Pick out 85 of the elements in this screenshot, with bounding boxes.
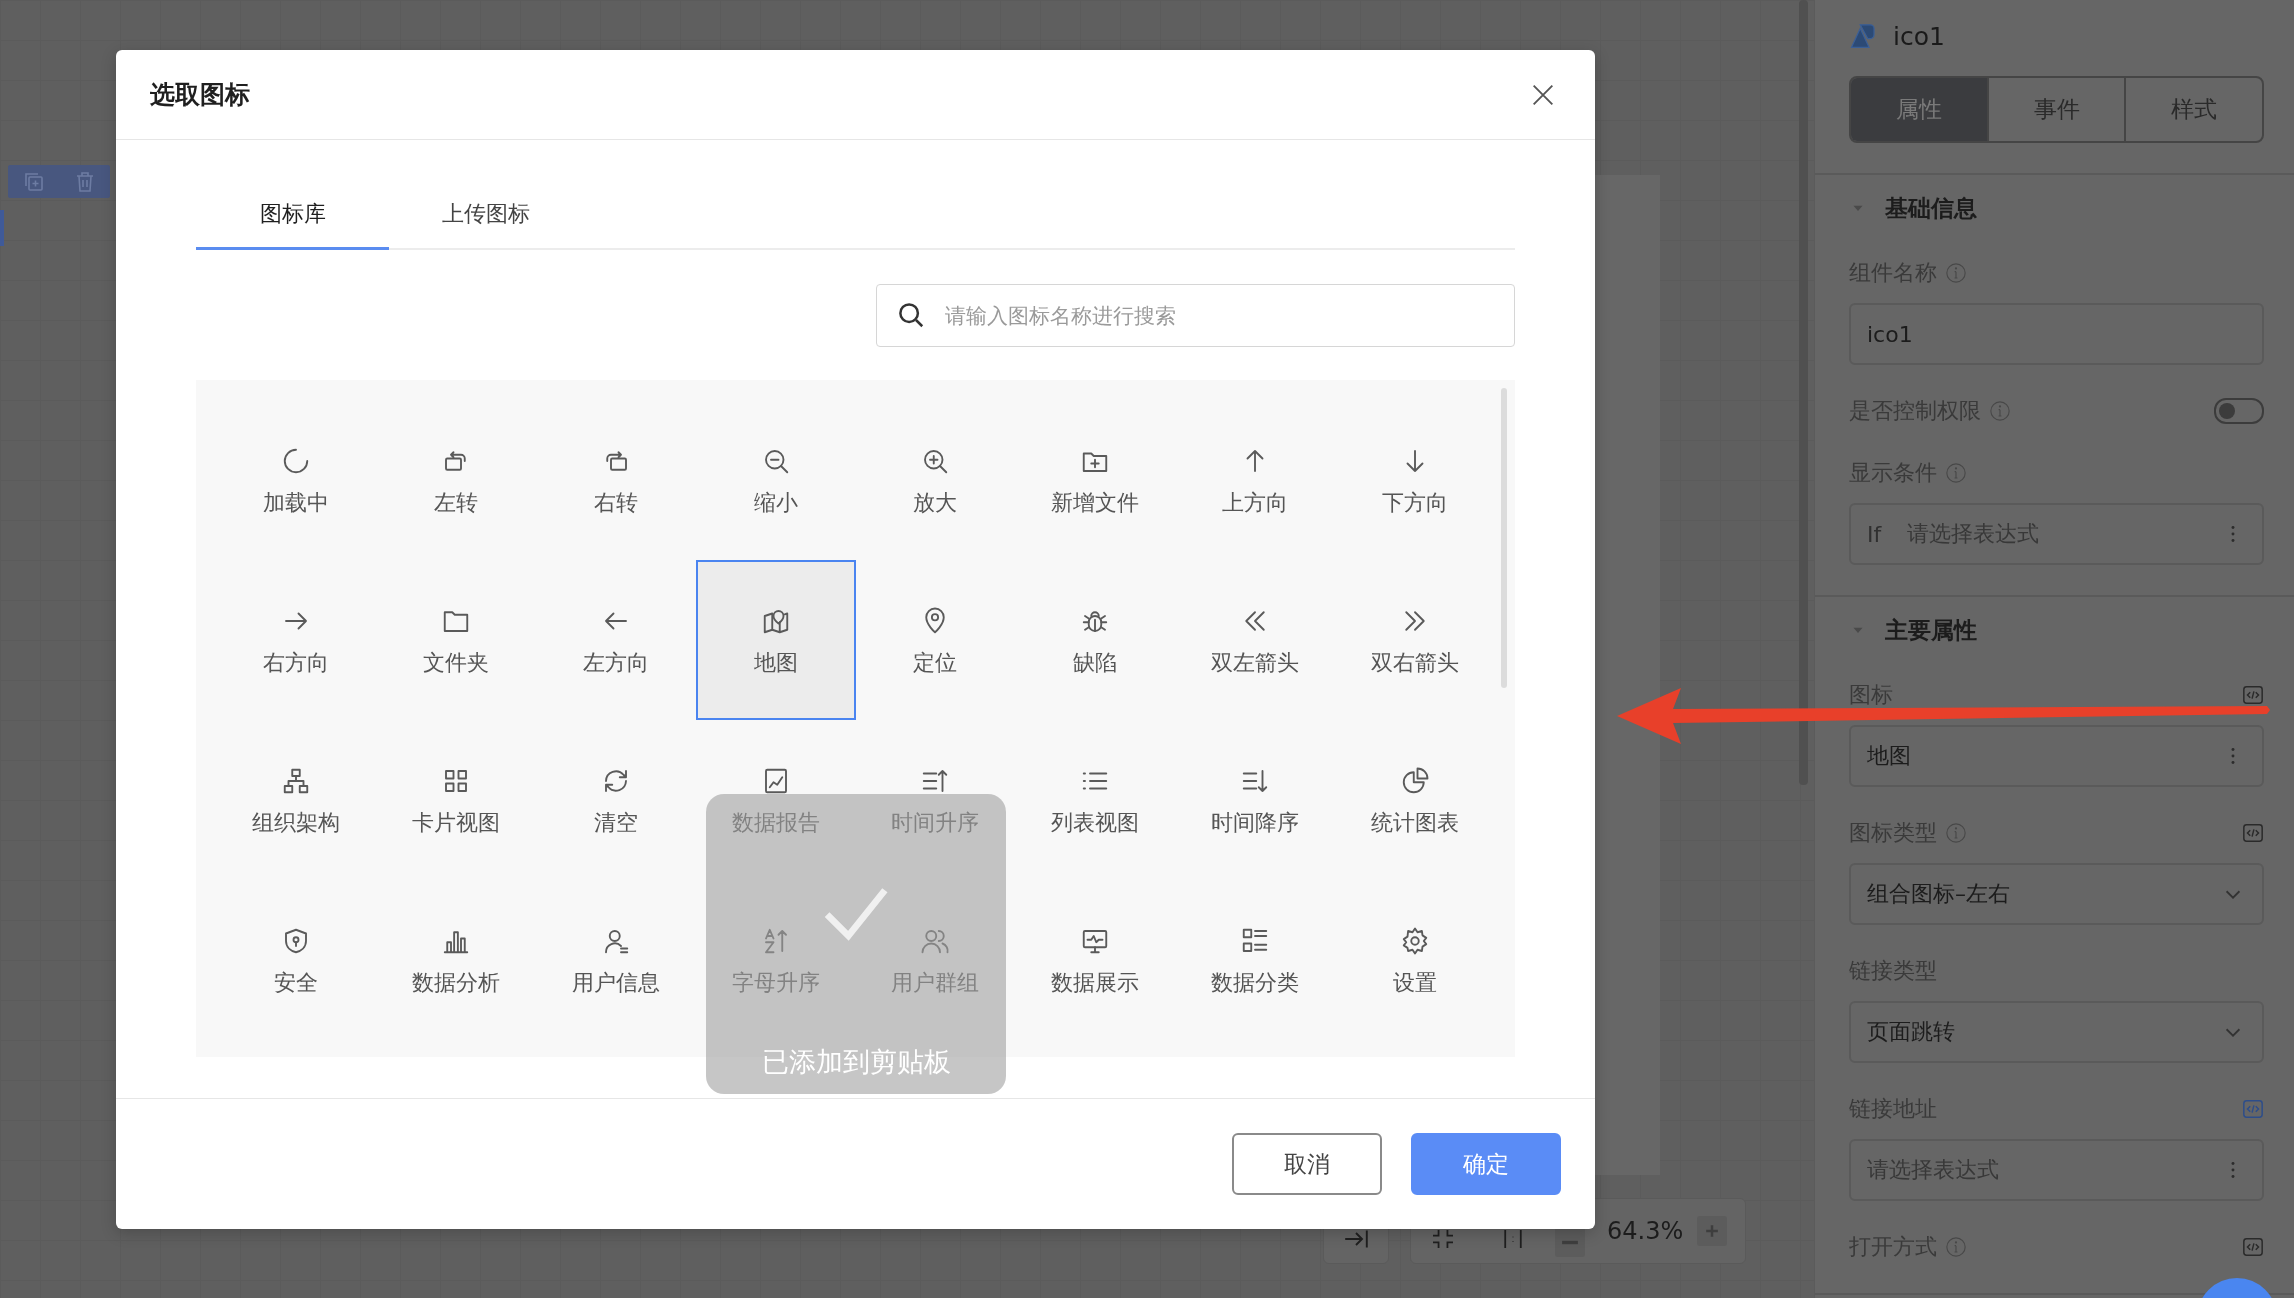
icon-option[interactable]: 左转 [375, 400, 536, 560]
cancel-button[interactable]: 取消 [1232, 1133, 1382, 1195]
icon-option[interactable]: 右方向 [216, 560, 376, 720]
fit-screen-icon[interactable] [1431, 1229, 1455, 1249]
icon-label: 数据展示 [1051, 969, 1140, 997]
icon-option[interactable]: 双左箭头 [1175, 560, 1336, 720]
icon-label: 左转 [433, 489, 478, 517]
code-icon[interactable] [2242, 684, 2264, 706]
icon-label: 放大 [913, 489, 958, 517]
icon-label: 数据分类 [1211, 969, 1300, 997]
pie-chart-icon [1400, 766, 1431, 796]
icon-option[interactable]: 时间降序 [1175, 720, 1336, 880]
icon-option[interactable]: 缺陷 [1015, 560, 1176, 720]
code-icon[interactable] [2242, 1236, 2264, 1258]
icon-option[interactable]: 定位 [855, 560, 1016, 720]
icon-label: 设置 [1393, 969, 1438, 997]
icon-option[interactable]: 右转 [535, 400, 696, 560]
code-icon[interactable] [2242, 1098, 2264, 1120]
icon-label: 列表视图 [1051, 809, 1140, 837]
icon-label: 右转 [593, 489, 638, 517]
icon-label: 数据报告 [731, 809, 820, 837]
icon-label: 双右箭头 [1371, 649, 1460, 677]
icon-label: 地图 [753, 649, 798, 677]
icon-label: 右方向 [262, 649, 329, 677]
icon-label: 双左箭头 [1211, 649, 1300, 677]
icon-label: 时间升序 [891, 809, 980, 837]
icon-option[interactable]: 缩小 [695, 400, 856, 560]
icon-option[interactable]: 用户信息 [535, 880, 696, 1040]
zoom-out-button[interactable] [1555, 1227, 1585, 1257]
toggle-switch[interactable] [2214, 398, 2264, 424]
icon-option[interactable]: 清空 [535, 720, 696, 880]
icon-option[interactable]: 安全 [216, 880, 376, 1040]
selection-marker [0, 210, 4, 246]
icon-label: 时间降序 [1211, 809, 1300, 837]
icon-label: 安全 [273, 969, 318, 997]
icon-option[interactable]: 卡片视图 [375, 720, 536, 880]
icon-label: 下方向 [1382, 489, 1449, 517]
icon-label: 加载中 [262, 489, 329, 517]
icon-label: 上方向 [1222, 489, 1289, 517]
code-icon[interactable] [2242, 822, 2264, 844]
icon-label: 数据分析 [411, 969, 500, 997]
tab[interactable]: 图标库 [196, 180, 389, 250]
icon-option[interactable]: 放大 [855, 400, 1016, 560]
icon-option[interactable]: 统计图表 [1335, 720, 1495, 880]
dialog-title: 选取图标 [150, 79, 250, 111]
zoom-in-button[interactable] [1697, 1216, 1728, 1246]
icon-label: 缩小 [753, 489, 798, 517]
icon-option[interactable]: 双右箭头 [1335, 560, 1495, 720]
scrollbar[interactable] [1501, 388, 1507, 688]
icon-label: 用户群组 [891, 969, 980, 997]
icon-label: 左方向 [582, 649, 649, 677]
icon-label: 缺陷 [1073, 649, 1118, 677]
icon-option[interactable]: 数据展示 [1015, 880, 1176, 1040]
section-title: 主要属性 [1885, 615, 1977, 645]
minus-icon [1561, 1239, 1579, 1245]
zoom-level: 64.3% [1607, 1217, 1684, 1245]
icon-label: 统计图表 [1371, 809, 1460, 837]
icon-option[interactable]: 文件夹 [375, 560, 536, 720]
icon-label: 组织架构 [251, 809, 340, 837]
icon-label: 新增文件 [1051, 489, 1140, 517]
actual-size-icon[interactable] [1501, 1229, 1525, 1249]
icon-option[interactable]: 新增文件 [1015, 400, 1176, 560]
icon-option[interactable]: 数据分类 [1175, 880, 1336, 1040]
tab[interactable]: 上传图标 [389, 180, 582, 250]
icon-option[interactable]: 上方向 [1175, 400, 1336, 560]
icon-option[interactable]: 组织架构 [216, 720, 376, 880]
search-field[interactable]: 请输入图标名称进行搜索 [876, 284, 1515, 347]
icon-option[interactable]: 加载中 [216, 400, 376, 560]
icon-label: 用户信息 [571, 969, 660, 997]
component-name: ico1 [1893, 21, 1945, 51]
icon-label: 卡片视图 [411, 809, 500, 837]
search-icon [896, 300, 926, 330]
icon-label: 清空 [593, 809, 638, 837]
icon-label: 定位 [913, 649, 958, 677]
icon-label: 文件夹 [422, 649, 489, 677]
icon-option[interactable]: 列表视图 [1015, 720, 1176, 880]
icon-option[interactable]: 数据分析 [375, 880, 536, 1040]
arrow-to-line-icon [1344, 1229, 1368, 1249]
icon-option[interactable]: 设置 [1335, 880, 1495, 1040]
section-title: 基础信息 [1885, 193, 1977, 223]
icon-option[interactable]: 地图 [695, 560, 856, 720]
icon-option[interactable]: 下方向 [1335, 400, 1495, 560]
icon-label: 字母升序 [731, 969, 820, 997]
toast-message: 已添加到剪贴板 [761, 1045, 951, 1079]
icon-option[interactable]: 左方向 [535, 560, 696, 720]
